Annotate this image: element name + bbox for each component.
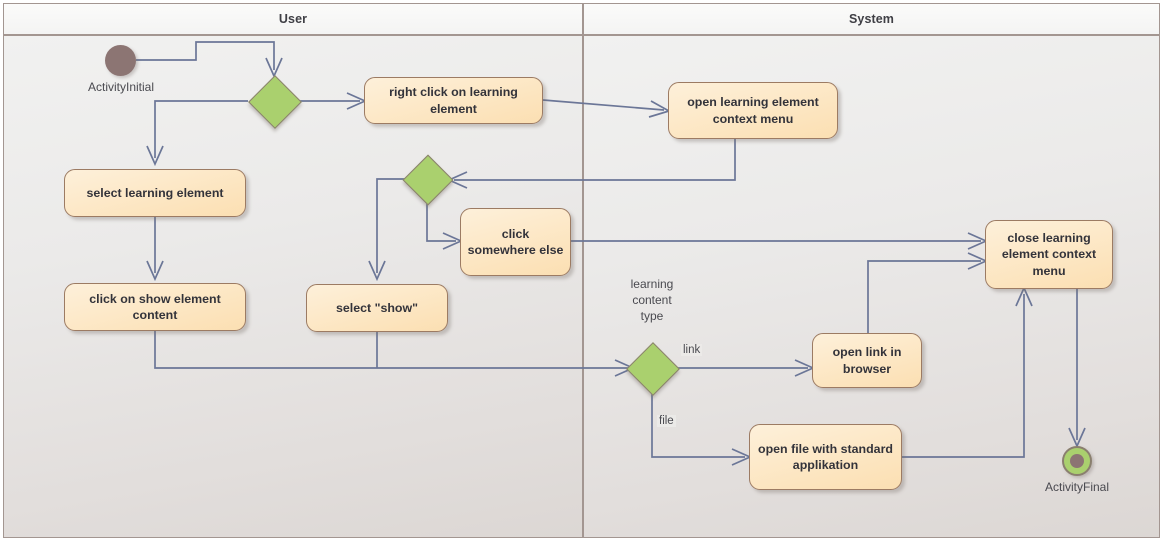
action-click-on-show-element-content[interactable]: click on show element content — [64, 283, 246, 331]
action-label: open file with standard applikation — [758, 441, 893, 472]
edge-label-link: link — [681, 344, 703, 356]
action-label: close learning element context menu — [1001, 230, 1097, 278]
action-open-link-in-browser[interactable]: open link in browser — [812, 333, 922, 388]
action-select-learning-element[interactable]: select learning element — [64, 169, 246, 217]
action-label: click on show element content — [89, 291, 221, 322]
action-open-file-with-standard-applikation[interactable]: open file with standard applikation — [749, 424, 902, 490]
activity-initial-label: ActivityInitial — [87, 80, 155, 94]
swimlane-header-user: User — [3, 3, 583, 35]
action-label: right click on learning element — [389, 85, 518, 116]
activity-final-inner-dot — [1070, 454, 1084, 468]
activity-final-label: ActivityFinal — [1044, 480, 1109, 494]
action-label: open link in browser — [832, 345, 902, 376]
action-open-learning-element-context-menu[interactable]: open learning element context menu — [668, 82, 838, 139]
edge-label-file: file — [657, 415, 676, 427]
action-right-click-on-learning-element[interactable]: right click on learning element — [364, 77, 543, 124]
action-select-show[interactable]: select "show" — [306, 284, 448, 332]
swimlane-title-user: User — [278, 12, 308, 26]
action-close-learning-element-context-menu[interactable]: close learning element context menu — [985, 220, 1113, 289]
activity-diagram-canvas: User System ActivityInitial learning con… — [0, 0, 1163, 541]
decision-learning-content-type-label: learning content type — [630, 277, 674, 323]
action-label: select learning element — [86, 185, 224, 200]
swimlane-header-system: System — [583, 3, 1160, 35]
action-label: select "show" — [336, 300, 418, 315]
swimlane-title-system: System — [848, 12, 895, 26]
action-label: click somewhere else — [467, 226, 564, 257]
action-click-somewhere-else[interactable]: click somewhere else — [460, 208, 571, 276]
activity-initial-node[interactable] — [105, 45, 136, 76]
action-label: open learning element context menu — [687, 95, 819, 126]
